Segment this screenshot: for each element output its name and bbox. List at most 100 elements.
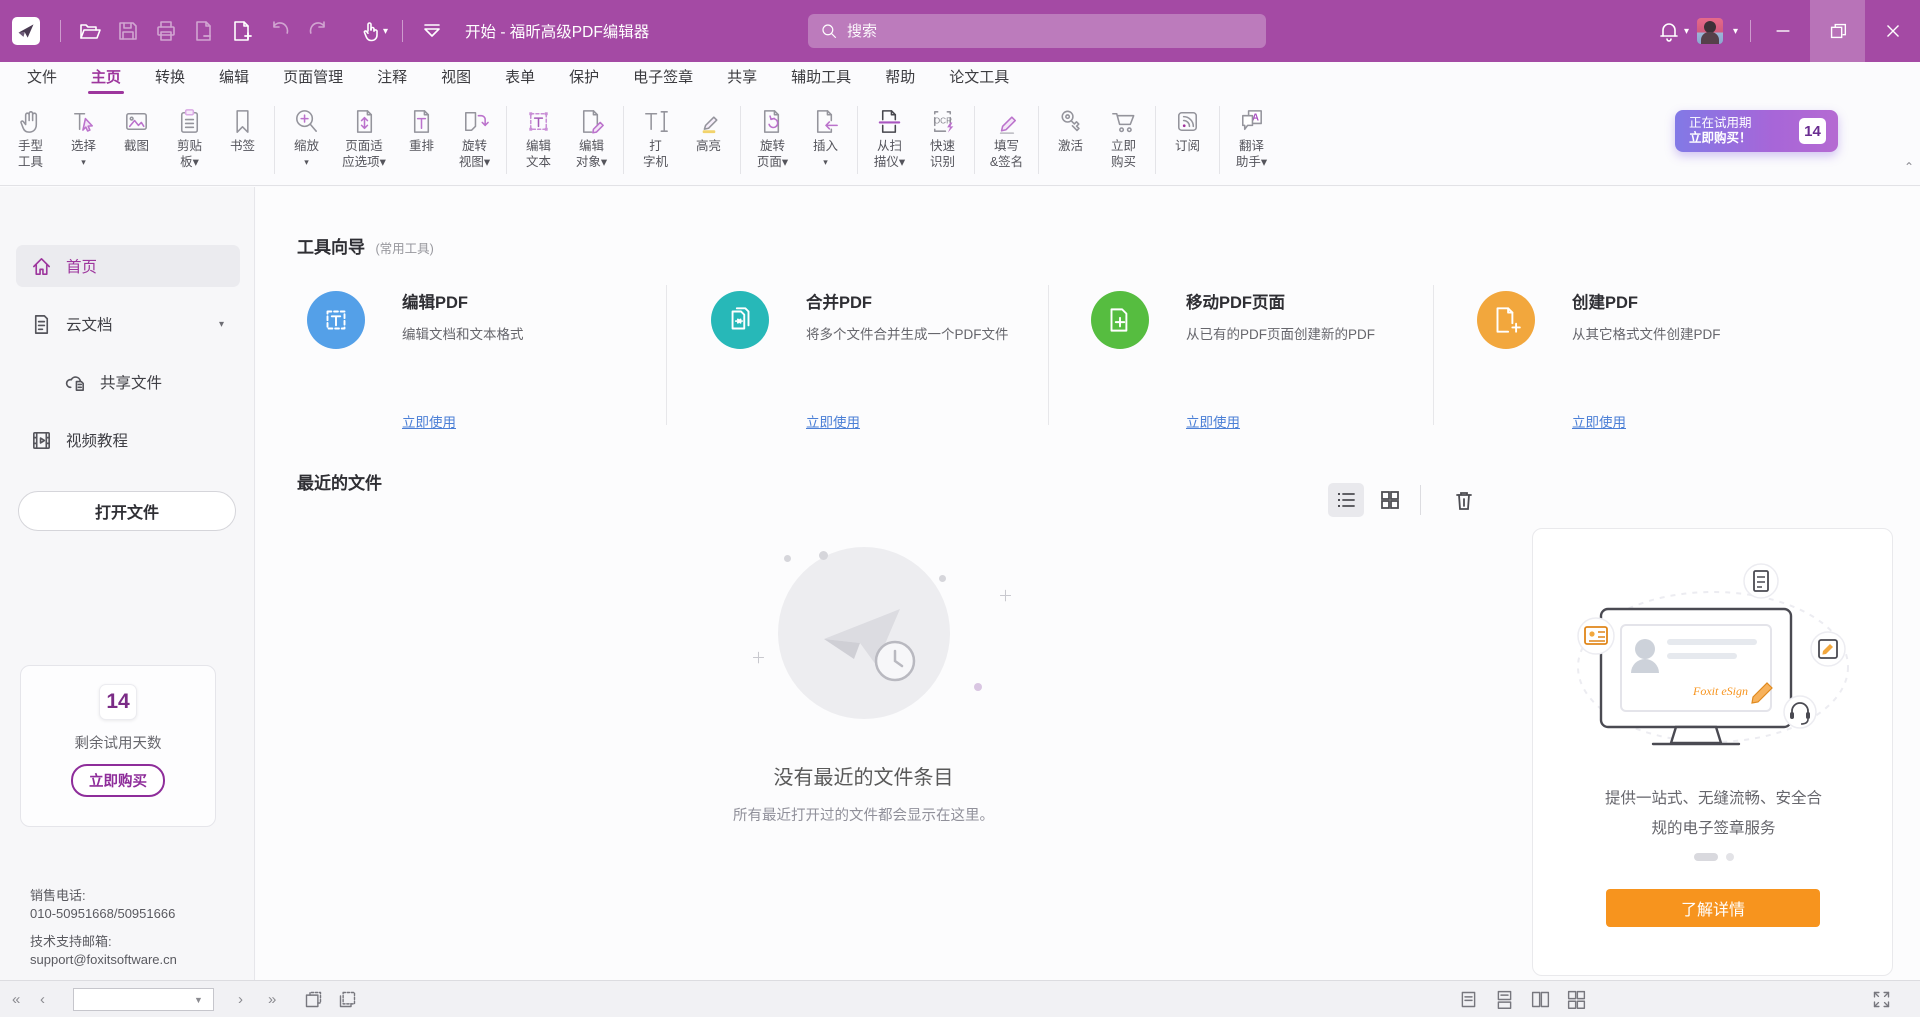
tool-fill-sign[interactable]: 填写&签名 — [980, 102, 1033, 172]
learn-more-button[interactable]: 了解详情 — [1606, 889, 1820, 927]
card-title: 合并PDF — [806, 289, 872, 313]
carousel-dot[interactable] — [1726, 853, 1734, 861]
tool-translate-assistant[interactable]: A 翻译助手▾ — [1225, 102, 1278, 172]
tool-hand[interactable]: 手型工具 — [4, 102, 57, 172]
previous-view-button[interactable] — [300, 987, 326, 1012]
trial-banner[interactable]: 正在试用期 立即购买！ 14 — [1675, 110, 1838, 152]
tool-reflow[interactable]: 重排 — [395, 102, 448, 172]
page-number-box[interactable]: ▼ — [73, 988, 214, 1011]
page-dropdown-caret-icon[interactable]: ▼ — [194, 995, 203, 1005]
minimize-button[interactable] — [1755, 0, 1810, 62]
touch-mode-caret-icon[interactable]: ▾ — [383, 26, 388, 37]
tool-bookmark[interactable]: 书签 — [216, 102, 269, 172]
carousel-dot-active[interactable] — [1694, 853, 1718, 861]
facing-continuous-view-button[interactable] — [1563, 987, 1589, 1012]
menu-convert[interactable]: 转换 — [138, 62, 202, 96]
menu-help[interactable]: 帮助 — [868, 62, 932, 96]
divider — [740, 106, 741, 174]
sidebar-item-shared-files[interactable]: 共享文件 — [16, 361, 240, 403]
sidebar-item-home[interactable]: 首页 — [16, 245, 240, 287]
use-now-link[interactable]: 立即使用 — [1186, 411, 1240, 431]
sparkle-dot — [939, 575, 946, 582]
sidebar-item-cloud-docs[interactable]: 云文档 ▾ — [16, 303, 240, 345]
tool-clipboard[interactable]: 剪贴板▾ — [163, 102, 216, 172]
menu-form[interactable]: 表单 — [488, 62, 552, 96]
menu-comment[interactable]: 注释 — [360, 62, 424, 96]
sales-phone-value: 010-50951668/50951666 — [30, 905, 177, 923]
notification-caret-icon[interactable]: ▾ — [1684, 26, 1689, 37]
next-view-button[interactable] — [334, 987, 360, 1012]
continuous-view-button[interactable] — [1491, 987, 1517, 1012]
menu-esign[interactable]: 电子签章 — [616, 62, 710, 96]
carousel-dots[interactable] — [1533, 853, 1894, 861]
edit-text-icon — [523, 104, 554, 138]
tool-buy-now[interactable]: 立即购买 — [1097, 102, 1150, 172]
use-now-link[interactable]: 立即使用 — [1572, 411, 1626, 431]
card-title: 编辑PDF — [402, 289, 468, 313]
undo-icon[interactable] — [261, 11, 299, 51]
page-number-input[interactable] — [74, 990, 192, 1009]
tool-edit-text[interactable]: 编辑文本 — [512, 102, 565, 172]
menu-edit[interactable]: 编辑 — [202, 62, 266, 96]
reflow-icon — [406, 104, 437, 138]
ribbon-toolbar: 手型工具 选择▾ 截图 剪贴板▾ 书签 缩放▾ 页面适应选项▾ 重排 旋转视图▾… — [0, 96, 1920, 186]
use-now-link[interactable]: 立即使用 — [402, 411, 456, 431]
clear-recent-button[interactable] — [1446, 483, 1482, 517]
single-page-view-button[interactable] — [1455, 987, 1481, 1012]
create-page-icon[interactable] — [223, 11, 261, 51]
last-page-button[interactable]: » — [268, 981, 276, 1017]
tool-typewriter[interactable]: 打字机 — [629, 102, 682, 172]
menu-view[interactable]: 视图 — [424, 62, 488, 96]
edit-object-icon — [576, 104, 607, 138]
menu-paper-tools[interactable]: 论文工具 — [932, 62, 1026, 96]
open-file-icon[interactable] — [71, 11, 109, 51]
redo-icon[interactable] — [299, 11, 337, 51]
tool-fit-page[interactable]: 页面适应选项▾ — [333, 102, 395, 172]
notification-bell-icon[interactable] — [1654, 11, 1684, 51]
cloud-docs-caret-icon[interactable]: ▾ — [219, 319, 224, 330]
tool-quick-ocr[interactable]: OCR 快速识别 — [916, 102, 969, 172]
user-avatar[interactable] — [1697, 18, 1723, 44]
tool-zoom[interactable]: 缩放▾ — [280, 102, 333, 172]
account-caret-icon[interactable]: ▾ — [1733, 26, 1738, 37]
tool-rotate-view[interactable]: 旋转视图▾ — [448, 102, 501, 172]
menu-share[interactable]: 共享 — [710, 62, 774, 96]
menu-file[interactable]: 文件 — [10, 62, 74, 96]
fullscreen-button[interactable] — [1868, 987, 1894, 1012]
buy-now-button[interactable]: 立即购买 — [71, 764, 165, 797]
tool-activate[interactable]: 激活 — [1044, 102, 1097, 172]
tool-rotate-pages[interactable]: 旋转页面▾ — [746, 102, 799, 172]
menu-home[interactable]: 主页 — [74, 62, 138, 96]
menu-page-management[interactable]: 页面管理 — [266, 62, 360, 96]
tool-insert-pages[interactable]: 插入▾ — [799, 102, 852, 172]
insert-page-icon — [810, 104, 841, 138]
print-icon[interactable] — [147, 11, 185, 51]
tool-select[interactable]: 选择▾ — [57, 102, 110, 172]
search-box[interactable] — [808, 14, 1266, 48]
collapse-toolbar-icon[interactable] — [413, 11, 451, 51]
tool-snapshot[interactable]: 截图 — [110, 102, 163, 172]
close-button[interactable] — [1865, 0, 1920, 62]
use-now-link[interactable]: 立即使用 — [806, 411, 860, 431]
first-page-button[interactable]: « — [12, 981, 20, 1017]
search-input[interactable] — [847, 23, 1227, 40]
support-email-value[interactable]: support@foxitsoftware.cn — [30, 951, 177, 969]
list-view-button[interactable] — [1328, 483, 1364, 517]
ribbon-collapse-icon[interactable]: ⌃ — [1904, 160, 1914, 174]
sidebar-item-video-tutorials[interactable]: 视频教程 — [16, 419, 240, 461]
previous-page-button[interactable]: ‹ — [40, 981, 45, 1017]
tool-from-scanner[interactable]: 从扫描仪▾ — [863, 102, 916, 172]
tool-subscribe[interactable]: 订阅 — [1161, 102, 1214, 172]
save-icon[interactable] — [109, 11, 147, 51]
empty-subtitle: 所有最近打开过的文件都会显示在这里。 — [256, 804, 1471, 825]
tool-edit-object[interactable]: 编辑对象▾ — [565, 102, 618, 172]
facing-view-button[interactable] — [1527, 987, 1553, 1012]
tool-highlight[interactable]: 高亮 — [682, 102, 735, 172]
next-page-button[interactable]: › — [238, 981, 243, 1017]
restore-button[interactable] — [1810, 0, 1865, 62]
delete-page-icon[interactable] — [185, 11, 223, 51]
grid-view-button[interactable] — [1372, 483, 1408, 517]
menu-protect[interactable]: 保护 — [552, 62, 616, 96]
open-file-button[interactable]: 打开文件 — [18, 491, 236, 531]
menu-accessibility[interactable]: 辅助工具 — [774, 62, 868, 96]
